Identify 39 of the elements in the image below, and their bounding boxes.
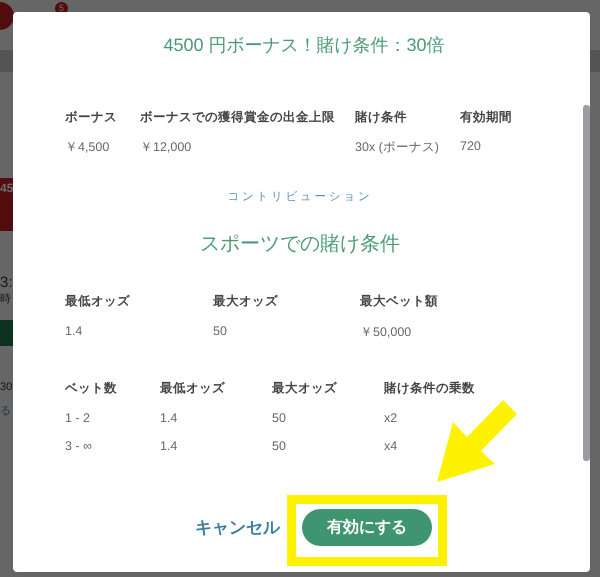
column-header: 最大オッズ: [213, 293, 279, 310]
column-header: ボーナスでの獲得賞金の出金上限: [140, 109, 336, 126]
table-cell-text: 50: [272, 411, 287, 425]
section-label: コントリビューション: [226, 189, 374, 204]
countdown-text: 3:: [0, 274, 14, 291]
page-text: 時: [0, 292, 12, 306]
table-cell-text: 1 - 2: [65, 411, 92, 425]
column-header: 最大ベット額: [360, 293, 439, 310]
column-header: 有効期間: [460, 109, 513, 126]
scrollbar[interactable]: [583, 105, 590, 461]
activate-button[interactable]: 有効にする: [302, 509, 432, 546]
table-cell-text: x2: [384, 411, 398, 425]
cancel-link[interactable]: キャンセル: [195, 516, 280, 539]
column-header: 最低オッズ: [65, 293, 131, 310]
table-cell-text: ￥12,000: [140, 139, 192, 156]
page-text: 30: [0, 381, 14, 393]
page-button[interactable]: [0, 320, 14, 346]
column-header: 最大オッズ: [272, 380, 338, 397]
column-header: 賭け条件の乗数: [384, 380, 476, 397]
promo-banner: 45: [0, 178, 14, 231]
table-cell-text: 50: [272, 439, 287, 453]
page-link[interactable]: る: [0, 403, 14, 418]
table-cell-text: 1.4: [160, 439, 178, 453]
column-header: 賭け条件: [355, 109, 408, 126]
table-cell-text: 1.4: [65, 324, 84, 340]
table-cell-text: 720: [460, 139, 482, 155]
dialog-title: 4500 円ボーナス！賭け条件：30倍: [162, 34, 446, 57]
column-header: 最低オッズ: [160, 380, 226, 397]
table-cell-text: 3 - ∞: [65, 439, 93, 453]
column-header: ボーナス: [65, 109, 118, 126]
section-title: スポーツでの賭け条件: [199, 232, 401, 257]
table-cell-text: 30x (ボーナス): [355, 139, 440, 156]
arrow-icon: [437, 400, 517, 482]
column-header: ベット数: [65, 380, 118, 397]
table-cell-text: ￥4,500: [65, 139, 110, 156]
table-cell-text: 50: [213, 324, 228, 340]
table-cell-text: x4: [384, 439, 398, 453]
table-cell-text: ￥50,000: [360, 324, 412, 341]
table-cell-text: 1.4: [160, 411, 178, 425]
